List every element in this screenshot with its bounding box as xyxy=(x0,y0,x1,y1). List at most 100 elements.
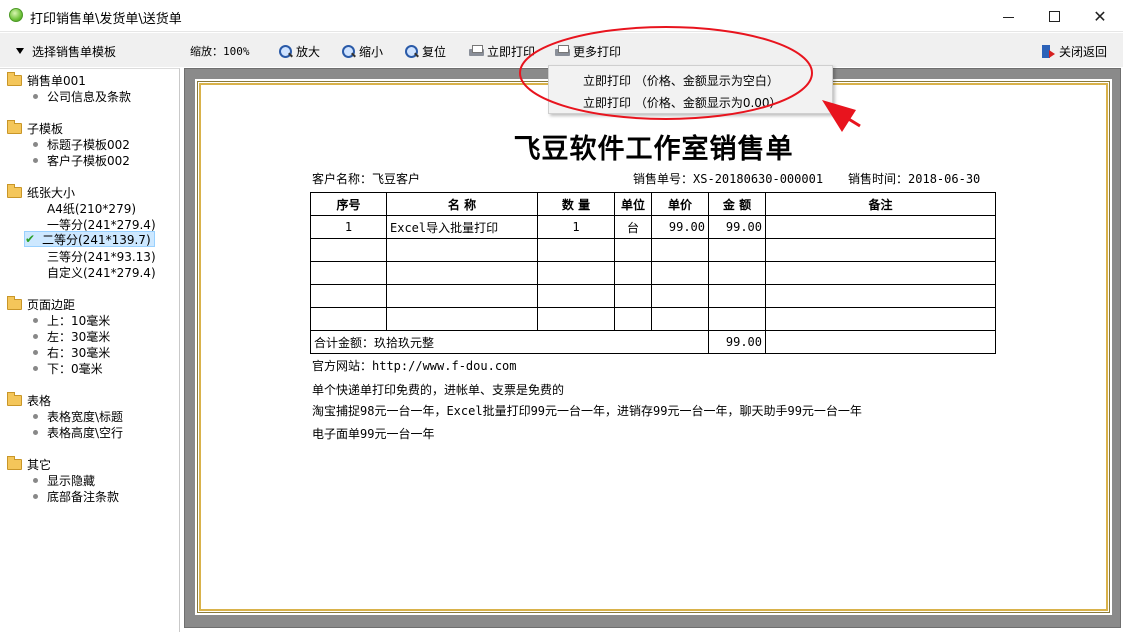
bullet-icon xyxy=(33,493,38,499)
order-number-line: 销售单号：XS-20180630-000001 xyxy=(633,170,823,187)
tree-item-footer-notes[interactable]: 底部备注条款 xyxy=(30,488,119,504)
close-return-button[interactable]: 关闭返回 xyxy=(1041,42,1107,60)
folder-icon xyxy=(7,455,22,470)
cell: 99.00 xyxy=(708,215,766,239)
tree-group-paper-size[interactable]: 纸张大小 xyxy=(7,183,76,200)
cell xyxy=(614,238,652,262)
column-header: 金 额 xyxy=(708,192,766,216)
cell: 台 xyxy=(614,215,652,239)
cell xyxy=(310,307,387,331)
document-title: 飞豆软件工作室销售单 xyxy=(513,134,794,165)
zoom-out-button[interactable]: 缩小 xyxy=(341,42,383,60)
zoom-in-label: 放大 xyxy=(296,44,321,59)
tree-item-show-hide[interactable]: 显示隐藏 xyxy=(30,472,95,488)
tree-item-paper-a4[interactable]: A4纸(210*279) xyxy=(30,200,136,216)
cell xyxy=(708,307,766,331)
tree-item-label: 三等分(241*93.13) xyxy=(47,249,156,264)
tree-item-label: 右：30毫米 xyxy=(47,345,111,360)
tree-item-paper-custom[interactable]: 自定义(241*279.4) xyxy=(30,264,156,280)
total-label: 合计金额：玖拾玖元整 xyxy=(310,330,709,354)
printer-icon xyxy=(469,44,484,59)
bullet-icon xyxy=(33,349,38,355)
tree-item-table-width[interactable]: 表格宽度\标题 xyxy=(30,408,123,424)
cell: 99.00 xyxy=(651,215,709,239)
bullet-icon xyxy=(33,317,38,323)
check-icon: ✔ xyxy=(25,232,36,246)
cell: 1 xyxy=(310,215,387,239)
order-date-label: 销售时间： xyxy=(848,172,909,186)
cell xyxy=(765,215,996,239)
order-date: 2018-06-30 xyxy=(908,172,981,186)
tree-item-company-info[interactable]: 公司信息及条款 xyxy=(30,88,131,104)
order-date-line: 销售时间：2018-06-30 xyxy=(848,170,980,187)
zoom-out-label: 缩小 xyxy=(359,44,384,59)
cell xyxy=(651,284,709,308)
tree-item-margin-top[interactable]: 上：10毫米 xyxy=(30,312,110,328)
tree-group-table[interactable]: 表格 xyxy=(7,391,51,408)
customer-label: 客户名称： xyxy=(312,172,373,186)
menu-item-print-blank-prices[interactable]: 立即打印 （价格、金额显示为空白） xyxy=(583,71,779,89)
cell xyxy=(614,261,652,285)
tree-item-label: 自定义(241*279.4) xyxy=(47,265,156,280)
cell xyxy=(537,238,615,262)
menu-item-print-zero-prices[interactable]: 立即打印 （价格、金额显示为0.00） xyxy=(583,93,782,111)
bullet-icon xyxy=(33,365,38,371)
customer-name: 飞豆客户 xyxy=(372,172,421,186)
maximize-button[interactable] xyxy=(1031,0,1077,32)
column-header: 序号 xyxy=(310,192,387,216)
items-table: 序号 名 称 数 量 单位 单价 金 额 备注 1 Excel导入批量打印 1 … xyxy=(310,192,996,354)
bullet-icon xyxy=(33,333,38,339)
more-print-button[interactable]: 更多打印 xyxy=(555,42,621,60)
tree-item-margin-right[interactable]: 右：30毫米 xyxy=(30,344,110,360)
footer-line: 单个快递单打印免费的，进帐单、支票是免费的 xyxy=(312,383,565,397)
title-bar: 打印销售单\发货单\送货单 ✕ xyxy=(0,0,1123,32)
print-now-button[interactable]: 立即打印 xyxy=(469,42,535,60)
template-select-button[interactable]: 选择销售单模板 xyxy=(16,42,116,60)
cell xyxy=(708,261,766,285)
reset-zoom-button[interactable]: 复位 xyxy=(404,42,446,60)
minimize-button[interactable] xyxy=(985,0,1031,32)
cell xyxy=(537,307,615,331)
column-header: 数 量 xyxy=(537,192,615,216)
table-row xyxy=(310,284,996,308)
tree-item-margin-bottom[interactable]: 下：0毫米 xyxy=(30,360,103,376)
cell xyxy=(386,307,538,331)
paper-page: 飞豆软件工作室销售单 客户名称：飞豆客户 销售单号：XS-20180630-00… xyxy=(195,79,1112,615)
tree-group-margins[interactable]: 页面边距 xyxy=(7,295,75,312)
cell xyxy=(614,284,652,308)
tree-item-customer-subtemplate[interactable]: 客户子模板002 xyxy=(30,152,130,168)
cell xyxy=(765,284,996,308)
tree-item-paper-three-part[interactable]: 三等分(241*93.13) xyxy=(30,248,156,264)
tree-group-sales-order[interactable]: 销售单001 xyxy=(7,71,86,88)
maximize-icon xyxy=(1048,10,1060,22)
folder-icon xyxy=(7,391,22,406)
tree-group-sub-template[interactable]: 子模板 xyxy=(7,119,63,136)
print-now-label: 立即打印 xyxy=(487,44,536,59)
bullet-icon xyxy=(33,477,38,483)
tree-item-paper-two-part[interactable]: ✔ 二等分(241*139.7) xyxy=(24,231,155,247)
tree-group-label: 纸张大小 xyxy=(27,185,76,200)
toolbar: 选择销售单模板 缩放：100% 放大 缩小 复位 立即打印 更多打印 关闭返回 xyxy=(0,33,1123,67)
tree-item-table-height[interactable]: 表格高度\空行 xyxy=(30,424,123,440)
table-row xyxy=(310,307,996,331)
reset-zoom-icon xyxy=(404,44,419,59)
zoom-in-button[interactable]: 放大 xyxy=(278,42,320,60)
zoom-level: 缩放：100% xyxy=(190,45,250,58)
cell xyxy=(765,330,996,354)
order-number: XS-20180630-000001 xyxy=(693,172,824,186)
column-header: 单价 xyxy=(651,192,709,216)
tree-item-title-subtemplate[interactable]: 标题子模板002 xyxy=(30,136,130,152)
bullet-icon xyxy=(33,413,38,419)
tree-group-other[interactable]: 其它 xyxy=(7,455,52,472)
tree-item-label: 表格高度\空行 xyxy=(47,425,124,440)
tree-item-label: 表格宽度\标题 xyxy=(47,409,124,424)
table-row xyxy=(310,238,996,262)
order-number-label: 销售单号： xyxy=(633,172,694,186)
tree-item-margin-left[interactable]: 左：30毫米 xyxy=(30,328,110,344)
tree-group-label: 其它 xyxy=(27,457,52,472)
folder-icon xyxy=(7,119,22,134)
cell xyxy=(310,284,387,308)
zoom-in-icon xyxy=(278,44,293,59)
print-preview[interactable]: 飞豆软件工作室销售单 客户名称：飞豆客户 销售单号：XS-20180630-00… xyxy=(184,68,1121,628)
close-button[interactable]: ✕ xyxy=(1077,0,1123,32)
